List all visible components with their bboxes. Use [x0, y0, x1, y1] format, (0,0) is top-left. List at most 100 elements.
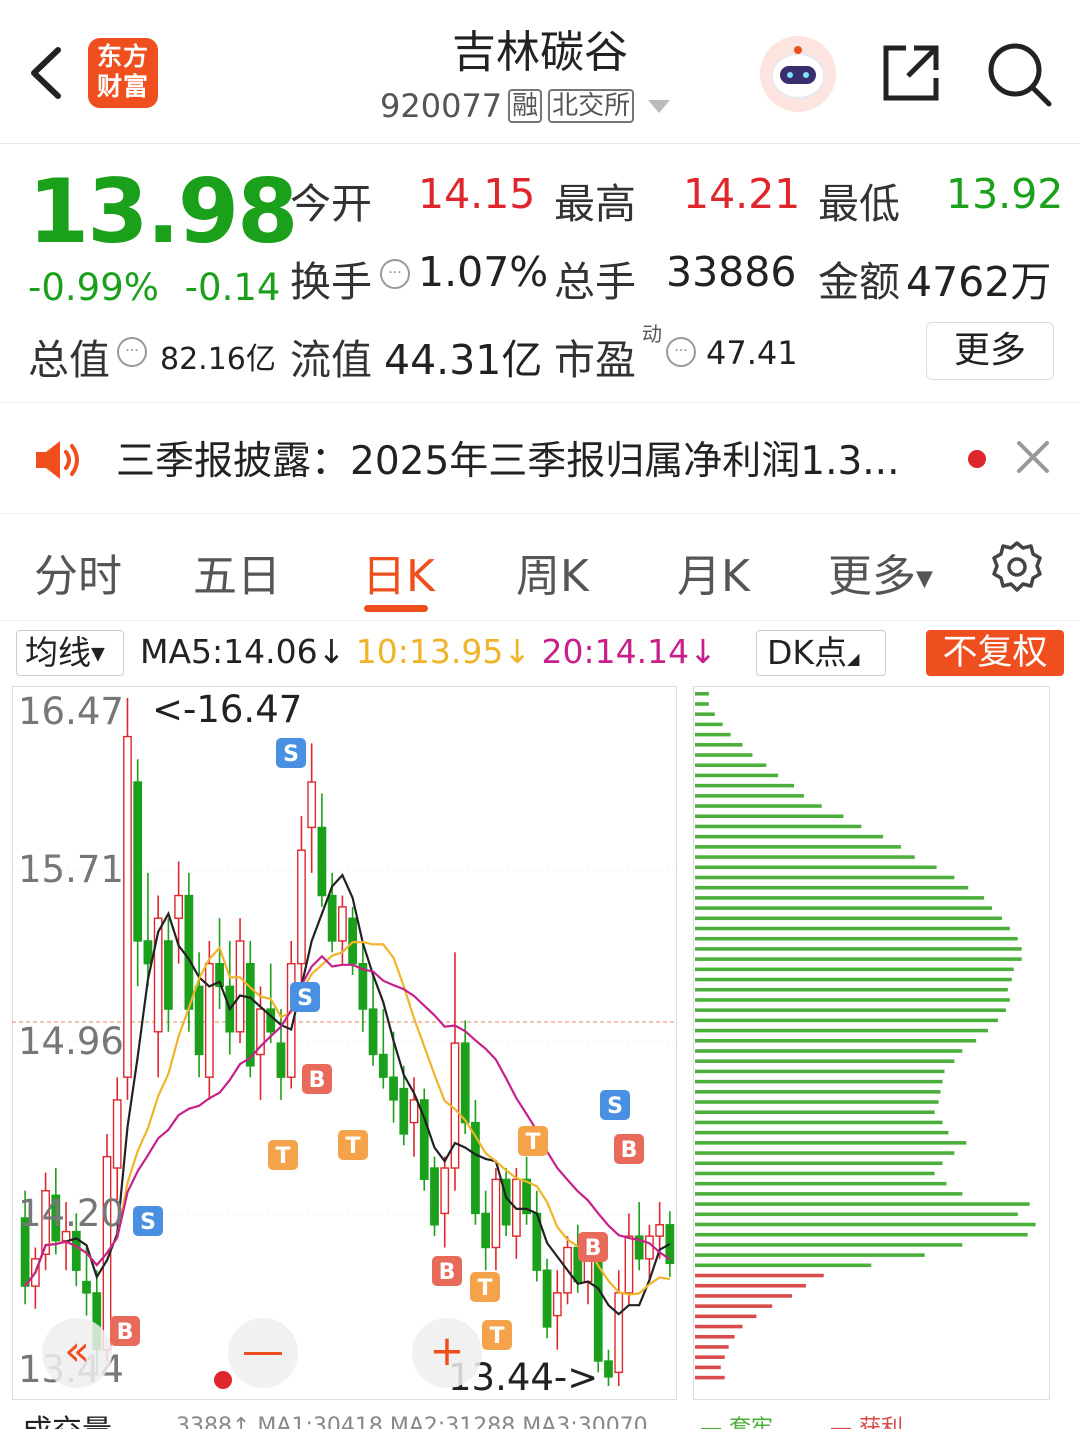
chip-bar [695, 1059, 955, 1063]
chip-bar [695, 1181, 947, 1186]
candle [430, 1167, 439, 1226]
candle [491, 1178, 501, 1249]
change-percent: -0.99% [28, 266, 159, 309]
candle [235, 940, 245, 1033]
float-cap-value: 44.31亿 [384, 336, 543, 384]
share-icon[interactable] [878, 40, 944, 106]
svg-text:T: T [275, 1144, 290, 1169]
candle [123, 735, 132, 1078]
candle [378, 1053, 388, 1078]
sell-marker: S [133, 1206, 163, 1236]
search-icon[interactable] [985, 40, 1053, 108]
candle [194, 985, 204, 1056]
chip-bar [695, 1028, 989, 1033]
zoom-in-button[interactable]: + [412, 1318, 482, 1388]
chip-bar [695, 824, 862, 829]
candle [614, 1292, 624, 1374]
back-icon[interactable] [22, 38, 70, 108]
close-icon[interactable] [1014, 438, 1052, 476]
y-tick-label: 14.20 [18, 1192, 124, 1235]
robot-icon[interactable] [760, 36, 836, 112]
tab-rik[interactable]: 日K [362, 540, 435, 604]
candle [112, 1099, 122, 1169]
candle [389, 1076, 398, 1101]
notice-text[interactable]: 三季报披露：2025年三季报归属净利润1.3... [116, 430, 899, 486]
t-marker: T [518, 1126, 548, 1156]
chip-distribution [693, 686, 1050, 1400]
svg-text:T: T [489, 1324, 504, 1349]
svg-text:T: T [477, 1276, 492, 1301]
ma20-value: 20:14.14↓ [541, 632, 717, 671]
mktcap-label: 总值 [28, 336, 110, 384]
chip-bar [695, 957, 1022, 961]
candle [184, 894, 194, 1010]
chip-bar [695, 1141, 967, 1145]
chip-bar [695, 1151, 955, 1155]
chip-bar [695, 1212, 1018, 1217]
svg-text:B: B [585, 1236, 602, 1261]
max-price-marker: <-16.47 [152, 688, 302, 731]
chip-bar [695, 1314, 757, 1319]
candle [440, 1167, 450, 1215]
y-tick-label: 16.47 [18, 690, 124, 733]
sell-marker: S [276, 738, 306, 768]
candle [317, 826, 327, 897]
amount-value: 4762万 [906, 258, 1052, 306]
candle [276, 1042, 286, 1078]
info-icon[interactable]: ··· [380, 259, 410, 289]
live-dot [214, 1371, 232, 1389]
tab-more[interactable]: 更多▼ [828, 540, 933, 604]
candle [624, 1235, 634, 1294]
tab-fenshi[interactable]: 分时 [34, 540, 122, 604]
chip-bar [695, 855, 915, 859]
info-icon[interactable]: ··· [666, 337, 696, 367]
chip-bar [695, 906, 992, 910]
active-tab-indicator [364, 605, 428, 612]
svg-text:B: B [117, 1320, 134, 1345]
chip-bar [695, 1324, 743, 1329]
chip-bar [695, 987, 1008, 992]
volume-label[interactable]: 成交量 [22, 1406, 112, 1429]
tab-yuek[interactable]: 月K [677, 540, 750, 604]
caret-down-icon: ▼ [91, 643, 105, 665]
chip-bar [695, 783, 794, 788]
volume-label: 总手 [554, 258, 636, 306]
t-marker: T [482, 1320, 512, 1350]
chip-bar [695, 947, 1022, 951]
gear-icon[interactable] [990, 540, 1044, 598]
price-change: -0.99% -0.14 [28, 266, 280, 309]
chip-bar [695, 1283, 806, 1288]
low-value: 13.92 [946, 170, 1064, 218]
zoom-out-button[interactable]: — [228, 1318, 298, 1388]
sell-marker: S [290, 982, 320, 1012]
y-tick-label: 15.71 [18, 848, 124, 891]
svg-text:B: B [439, 1260, 456, 1285]
app-logo: 东方 财富 [88, 38, 158, 108]
candle [655, 1224, 665, 1237]
dk-point-selector[interactable]: DK点◢ [756, 630, 886, 676]
ma10-value: 10:13.95↓ [355, 632, 532, 671]
candle [368, 1008, 378, 1056]
kline-chart[interactable]: 16.4715.7114.9614.2013.44 <-16.47 13.44-… [12, 686, 677, 1400]
chip-bar [695, 875, 955, 880]
scroll-left-button[interactable]: « [42, 1318, 112, 1388]
chip-bar [695, 926, 1010, 931]
chip-bar [695, 1049, 963, 1053]
candle [604, 1360, 613, 1378]
open-label: 今开 [290, 180, 372, 228]
ma-selector[interactable]: 均线▼ [16, 630, 124, 676]
info-icon[interactable]: ··· [117, 337, 147, 367]
svg-text:S: S [140, 1210, 156, 1235]
tab-wuri[interactable]: 五日 [193, 540, 281, 604]
svg-text:B: B [621, 1138, 638, 1163]
mktcap-value: 82.16亿 [160, 342, 276, 377]
volume-values: 3388↑ MA1:30418 MA2:31288 MA3:30070 [176, 1414, 648, 1429]
tab-more-label: 更多 [828, 551, 916, 602]
chip-bar [695, 1243, 963, 1247]
tab-zhouk[interactable]: 周K [516, 540, 589, 604]
stock-code: 920077 [380, 87, 503, 125]
current-price: 13.98 [28, 160, 298, 263]
adjust-button[interactable]: 不复权 [926, 630, 1064, 676]
stock-subline[interactable]: 920077 融 北交所 [380, 86, 671, 126]
more-quote-button[interactable]: 更多 [926, 322, 1054, 380]
